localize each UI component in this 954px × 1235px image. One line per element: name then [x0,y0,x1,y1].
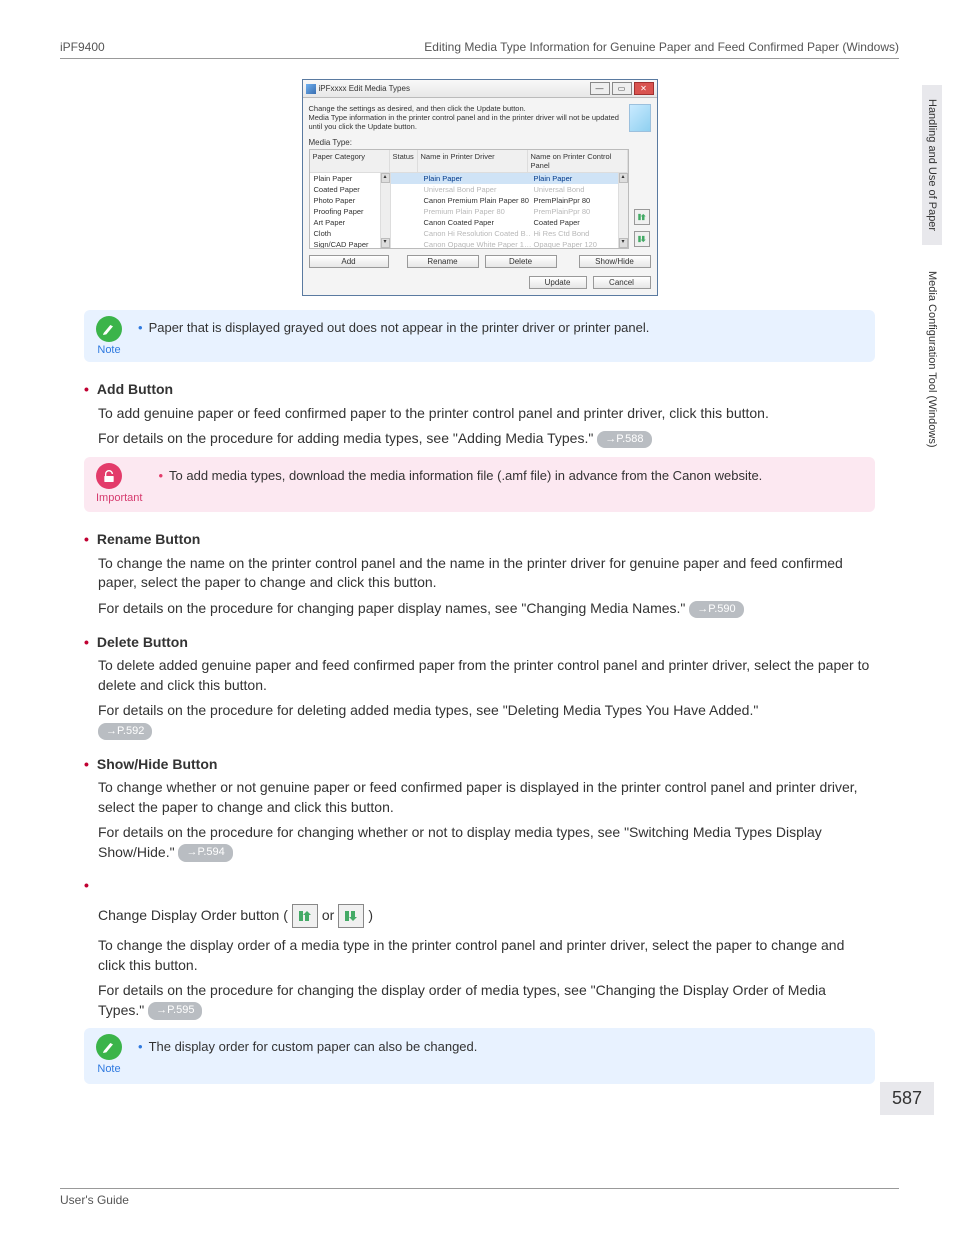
move-up-button[interactable] [634,209,650,225]
link-p590[interactable]: →P.590 [689,601,743,618]
col-category: Paper Category [310,150,390,173]
media-rows[interactable]: Plain PaperPlain PaperUniversal Bond Pap… [391,173,618,248]
page: iPF9400 Editing Media Type Information f… [0,0,954,1235]
important-amf: Important To add media types, download t… [84,457,875,512]
col-driver: Name in Printer Driver [418,150,528,173]
note-icon [96,1034,122,1060]
close-button[interactable]: ✕ [634,82,654,95]
printer-icon [629,104,650,132]
table-row[interactable]: Canon Premium Plain Paper 80PremPlainPpr… [391,195,618,206]
link-p592[interactable]: →P.592 [98,723,152,740]
dialog-help-text: Change the settings as desired, and then… [309,104,624,132]
dialog-app-icon [306,84,316,94]
category-list[interactable]: Plain Paper Coated Paper Photo Paper Pro… [310,173,380,248]
page-number: 587 [880,1082,934,1115]
cancel-button[interactable]: Cancel [593,276,651,289]
section-rename: Rename Button To change the name on the … [84,530,875,618]
note-text: The display order for custom paper can a… [138,1038,477,1056]
section-delete: Delete Button To delete added genuine pa… [84,633,875,741]
header-right: Editing Media Type Information for Genui… [424,40,899,54]
col-panel: Name on Printer Control Panel [528,150,628,173]
update-button[interactable]: Update [529,276,587,289]
note-text: Paper that is displayed grayed out does … [138,320,649,335]
media-type-list[interactable]: Paper Category Status Name in Printer Dr… [309,149,629,249]
link-p594[interactable]: →P.594 [178,844,232,861]
col-status: Status [390,150,418,173]
minimize-button[interactable]: — [590,82,610,95]
table-row[interactable]: Premium Plain Paper 80PremPlainPpr 80 [391,206,618,217]
showhide-button[interactable]: Show/Hide [579,255,651,268]
category-scrollbar[interactable]: ▴▾ [380,173,390,248]
table-row[interactable]: Canon Coated PaperCoated Paper [391,217,618,228]
side-tab-mct: Media Configuration Tool (Windows) [922,257,942,462]
table-row[interactable]: Canon Opaque White Paper 1…Opaque Paper … [391,239,618,248]
header-left: iPF9400 [60,40,105,54]
side-tab-handling: Handling and Use of Paper [922,85,942,245]
note-custom-order: Note The display order for custom paper … [84,1028,875,1083]
important-text: To add media types, download the media i… [158,467,762,485]
section-showhide: Show/Hide Button To change whether or no… [84,755,875,863]
media-scrollbar[interactable]: ▴▾ [618,173,628,248]
order-down-icon [338,904,364,928]
link-p588[interactable]: →P.588 [597,431,651,448]
note-grayed-out: Note Paper that is displayed grayed out … [84,310,875,362]
media-type-label: Media Type: [309,138,651,147]
table-row[interactable]: Universal Bond PaperUniversal Bond [391,184,618,195]
footer: User's Guide [60,1188,899,1207]
dialog-titlebar: iPFxxxx Edit Media Types — ▭ ✕ [303,80,657,98]
add-button[interactable]: Add [309,255,389,268]
rename-button[interactable]: Rename [407,255,479,268]
section-add: Add Button To add genuine paper or feed … [84,380,875,512]
table-row[interactable]: Canon Hi Resolution Coated B…Hi Res Ctd … [391,228,618,239]
dialog-title: iPFxxxx Edit Media Types [319,84,410,93]
maximize-button[interactable]: ▭ [612,82,632,95]
note-icon [96,316,122,342]
important-icon [96,463,122,489]
link-p595[interactable]: →P.595 [148,1002,202,1019]
move-down-button[interactable] [634,231,650,247]
order-up-icon [292,904,318,928]
delete-button[interactable]: Delete [485,255,557,268]
edit-media-types-dialog: iPFxxxx Edit Media Types — ▭ ✕ Change th… [302,79,658,296]
table-row[interactable]: Plain PaperPlain Paper [391,173,618,184]
page-header: iPF9400 Editing Media Type Information f… [60,40,899,59]
side-tabs: Handling and Use of Paper Media Configur… [922,85,942,462]
section-display-order: Change Display Order button ( or ) To ch… [84,876,875,1083]
